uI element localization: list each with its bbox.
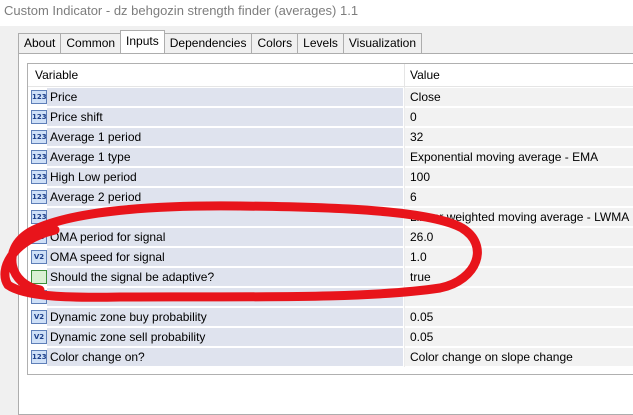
variable-value[interactable]: Close bbox=[410, 90, 441, 104]
variable-name: Average 1 period bbox=[50, 130, 142, 144]
table-row[interactable]: 123 High Low period 100 bbox=[28, 167, 633, 187]
variable-name: Average 1 type bbox=[50, 150, 131, 164]
int-icon bbox=[31, 290, 47, 304]
column-divider bbox=[404, 227, 405, 247]
variable-value[interactable]: 26.0 bbox=[410, 230, 433, 244]
double-icon: V2 bbox=[31, 310, 47, 324]
row-value-cell bbox=[405, 288, 633, 306]
tab-dependencies[interactable]: Dependencies bbox=[163, 33, 253, 53]
column-divider bbox=[404, 167, 405, 187]
row-name-cell bbox=[47, 288, 403, 306]
variable-value[interactable]: Linear weighted moving average - LWMA bbox=[410, 210, 629, 224]
row-value-cell bbox=[405, 128, 633, 146]
title-bar: Custom Indicator - dz behgozin strength … bbox=[0, 0, 633, 26]
table-row[interactable]: Should the signal be adaptive? true bbox=[28, 267, 633, 287]
row-value-cell bbox=[405, 268, 633, 286]
variable-name: Dynamic zone sell probability bbox=[50, 330, 206, 344]
variable-name: Color change on? bbox=[50, 350, 145, 364]
row-value-cell bbox=[405, 228, 633, 246]
variable-value[interactable]: Exponential moving average - EMA bbox=[410, 150, 598, 164]
column-divider bbox=[404, 287, 405, 307]
variable-name: Average 2 period bbox=[50, 190, 142, 204]
table-row[interactable]: V2 Dynamic zone buy probability 0.05 bbox=[28, 307, 633, 327]
int-icon: 123 bbox=[31, 170, 47, 184]
row-value-cell bbox=[405, 308, 633, 326]
table-row[interactable]: 123 Color change on? Color change on slope… bbox=[28, 347, 633, 367]
row-value-cell bbox=[405, 248, 633, 266]
int-icon: 123 bbox=[31, 110, 47, 124]
int-icon: 123 bbox=[31, 130, 47, 144]
table-row[interactable]: 123 Price Close bbox=[28, 87, 633, 107]
tab-levels[interactable]: Levels bbox=[297, 33, 344, 53]
variable-value[interactable]: 1.0 bbox=[410, 250, 427, 264]
double-icon: V2 bbox=[31, 250, 47, 264]
bool-icon bbox=[31, 270, 47, 284]
table-row[interactable]: 123 Linear weighted moving average - LWMA bbox=[28, 207, 633, 227]
variable-name: OMA speed for signal bbox=[50, 250, 165, 264]
tab-strip: About Common Inputs Dependencies Colors Level… bbox=[18, 30, 423, 54]
variable-value[interactable]: true bbox=[410, 270, 431, 284]
variable-value[interactable]: 32 bbox=[410, 130, 423, 144]
int-icon: 123 bbox=[31, 190, 47, 204]
int-icon: 123 bbox=[31, 210, 47, 224]
tab-common[interactable]: Common bbox=[60, 33, 122, 53]
table-row[interactable]: V2 OMA period for signal 26.0 bbox=[28, 227, 633, 247]
row-name-cell bbox=[47, 208, 403, 226]
table-header: Variable Value bbox=[28, 64, 633, 87]
variable-name: Price shift bbox=[50, 110, 103, 124]
tab-about[interactable]: About bbox=[18, 33, 62, 53]
tab-inputs[interactable]: Inputs bbox=[120, 30, 165, 53]
window-title: Custom Indicator - dz behgozin strength … bbox=[4, 3, 359, 18]
double-icon: V2 bbox=[31, 330, 47, 344]
column-divider bbox=[404, 267, 405, 287]
table-row[interactable]: 123 Average 1 type Exponential moving aver… bbox=[28, 147, 633, 167]
table-row[interactable]: 123 Average 1 period 32 bbox=[28, 127, 633, 147]
column-divider bbox=[404, 247, 405, 267]
row-value-cell bbox=[405, 328, 633, 346]
row-value-cell bbox=[405, 188, 633, 206]
table-row[interactable]: V2 Dynamic zone sell probability 0.05 bbox=[28, 327, 633, 347]
column-divider bbox=[404, 147, 405, 167]
header-variable[interactable]: Variable bbox=[35, 68, 78, 82]
column-divider bbox=[404, 207, 405, 227]
variable-value[interactable]: 100 bbox=[410, 170, 430, 184]
tab-visualization[interactable]: Visualization bbox=[342, 33, 423, 53]
variable-value[interactable]: Color change on slope change bbox=[410, 350, 573, 364]
column-divider bbox=[404, 107, 405, 127]
column-divider bbox=[404, 327, 405, 347]
row-value-cell bbox=[405, 168, 633, 186]
table-row[interactable]: V2 OMA speed for signal 1.0 bbox=[28, 247, 633, 267]
row-value-cell bbox=[405, 108, 633, 126]
column-divider bbox=[404, 307, 405, 327]
table-row[interactable]: 123 Average 2 period 6 bbox=[28, 187, 633, 207]
inputs-table: Variable Value 123 Price Close 123 Price shi… bbox=[27, 63, 633, 375]
int-icon: 123 bbox=[31, 150, 47, 164]
column-divider bbox=[404, 87, 405, 107]
variable-name: Dynamic zone buy probability bbox=[50, 310, 207, 324]
column-divider bbox=[404, 347, 405, 367]
int-icon: 123 bbox=[31, 350, 47, 364]
tab-colors[interactable]: Colors bbox=[251, 33, 299, 53]
table-row[interactable]: 123 Price shift 0 bbox=[28, 107, 633, 127]
header-value[interactable]: Value bbox=[410, 68, 440, 82]
variable-name: Price bbox=[50, 90, 78, 104]
variable-name: High Low period bbox=[50, 170, 137, 184]
int-icon: 123 bbox=[31, 90, 47, 104]
variable-value[interactable]: 0.05 bbox=[410, 310, 433, 324]
row-name-cell bbox=[47, 88, 403, 106]
header-divider bbox=[404, 64, 405, 86]
double-icon: V2 bbox=[31, 230, 47, 244]
column-divider bbox=[404, 187, 405, 207]
variable-value[interactable]: 0.05 bbox=[410, 330, 433, 344]
variable-name: Should the signal be adaptive? bbox=[50, 270, 215, 284]
column-divider bbox=[404, 127, 405, 147]
table-row[interactable] bbox=[28, 287, 633, 307]
variable-value[interactable]: 6 bbox=[410, 190, 417, 204]
variable-name: OMA period for signal bbox=[50, 230, 166, 244]
variable-value[interactable]: 0 bbox=[410, 110, 417, 124]
